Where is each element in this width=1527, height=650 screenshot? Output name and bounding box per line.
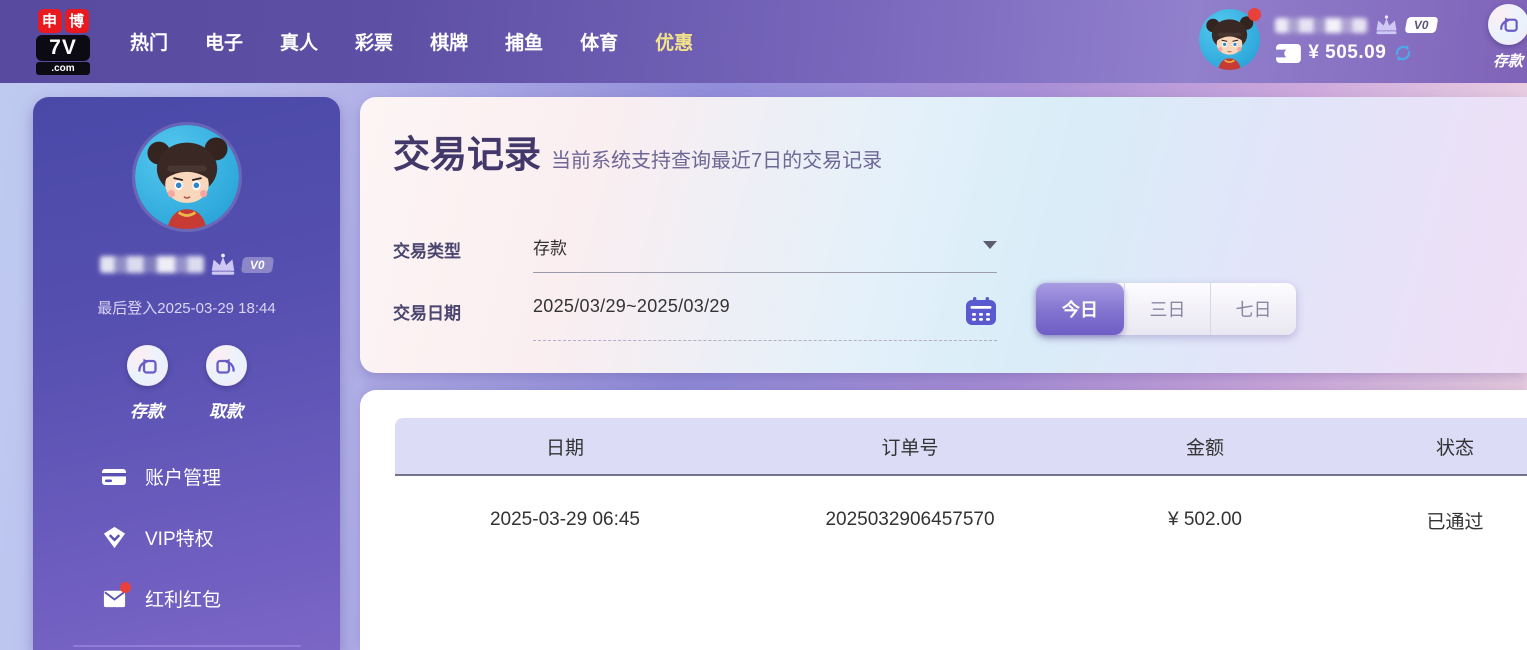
main-nav: 热门 电子 真人 彩票 棋牌 捕鱼 体育 优惠 (130, 28, 693, 55)
brand-block-com: .com (36, 61, 90, 75)
balance-row: ¥ 505.09 (1275, 42, 1437, 64)
bank-card-icon (101, 464, 127, 490)
sidebar-menu: 账户管理 VIP特权 红利红包 (33, 463, 340, 612)
sidebar-deposit-button[interactable]: 存款 (126, 345, 168, 422)
wallet-balance: ¥ 505.09 (1308, 42, 1387, 63)
sidebar-username-blurred (100, 256, 205, 273)
user-avatar-large[interactable] (134, 125, 239, 229)
withdraw-label: 取款 (209, 402, 243, 421)
date-range-button-group: 今日 三日 七日 (1036, 283, 1296, 335)
transaction-type-value: 存款 (533, 239, 567, 258)
page: 申 博 7V .com 热门 电子 真人 彩票 棋牌 捕鱼 体育 优惠 V0 ¥… (0, 0, 1527, 650)
brand-block-shen: 申 (37, 8, 62, 33)
last-login-text: 最后登入2025-03-29 18:44 (97, 300, 276, 317)
quick-deposit-button[interactable]: 存款 (1480, 4, 1527, 71)
deposit-label: 存款 (130, 402, 164, 421)
top-navigation-bar: 申 博 7V .com 热门 电子 真人 彩票 棋牌 捕鱼 体育 优惠 V0 ¥… (0, 0, 1527, 83)
transaction-table-panel: 日期 订单号 金额 状态 2025-03-29 06:45 2025032906… (360, 390, 1527, 650)
nav-item-fishing[interactable]: 捕鱼 (505, 28, 543, 55)
transaction-filter-panel: 交易记录 当前系统支持查询最近7日的交易记录 交易类型 存款 交易日期 2025… (360, 97, 1527, 373)
page-subtitle: 当前系统支持查询最近7日的交易记录 (551, 150, 883, 172)
vip-crown-icon (1376, 15, 1397, 35)
sidebar-item-bonus-redpacket[interactable]: 红利红包 (101, 581, 340, 612)
wallet-icon (1276, 43, 1302, 63)
vip-level-badge: V0 (1404, 17, 1439, 33)
username-blurred (1275, 17, 1368, 33)
username-row: V0 (1275, 15, 1439, 35)
calendar-icon[interactable] (965, 296, 997, 326)
nav-item-live[interactable]: 真人 (280, 28, 318, 55)
transaction-date-label: 交易日期 (393, 304, 461, 323)
menu-label-vip: VIP特权 (145, 529, 214, 550)
transaction-date-input[interactable]: 2025/03/29~2025/03/29 (533, 296, 997, 341)
column-header-date: 日期 (545, 437, 584, 459)
panel-title-row: 交易记录 当前系统支持查询最近7日的交易记录 (360, 97, 1527, 178)
user-avatar-small[interactable] (1199, 8, 1262, 70)
profile-sidebar: V0 最后登入2025-03-29 18:44 存款 取款 账户管理 VIP特权… (33, 97, 340, 650)
brand-logo[interactable]: 申 博 7V .com (36, 8, 90, 75)
nav-item-slots[interactable]: 电子 (205, 28, 243, 55)
sidebar-item-account-management[interactable]: 账户管理 (101, 463, 340, 490)
column-header-order-number: 订单号 (881, 437, 939, 459)
avatar-image-large (134, 125, 239, 229)
row-order-number: 2025032906457570 (825, 509, 995, 530)
row-status: 已通过 (1426, 511, 1484, 533)
row-amount: ¥ 502.00 (1168, 509, 1242, 530)
table-header: 日期 订单号 金额 状态 (395, 418, 1527, 476)
sidebar-divider (72, 645, 301, 647)
nav-item-sports[interactable]: 体育 (580, 28, 618, 55)
user-meta: V0 ¥ 505.09 (1275, 15, 1439, 64)
transaction-type-label: 交易类型 (393, 242, 461, 261)
sidebar-withdraw-button[interactable]: 取款 (205, 345, 247, 422)
table-row: 2025-03-29 06:45 2025032906457570 ¥ 502.… (395, 476, 1527, 564)
notification-dot (1248, 8, 1262, 21)
quick-deposit-icon (1487, 4, 1527, 45)
transaction-type-select[interactable]: 存款 (533, 234, 997, 273)
range-button-today[interactable]: 今日 (1036, 283, 1124, 335)
column-header-amount: 金额 (1185, 437, 1224, 459)
sidebar-item-vip-privileges[interactable]: VIP特权 (101, 524, 340, 551)
row-date: 2025-03-29 06:45 (489, 509, 640, 530)
withdraw-icon (205, 345, 247, 386)
menu-label-redpacket: 红利红包 (145, 590, 222, 611)
range-button-7days[interactable]: 七日 (1210, 283, 1296, 335)
nav-item-lottery[interactable]: 彩票 (355, 28, 393, 55)
brand-block-7v: 7V (36, 34, 90, 61)
sidebar-vip-level-badge: V0 (241, 256, 274, 273)
range-button-3days[interactable]: 三日 (1124, 283, 1210, 335)
menu-label-account: 账户管理 (145, 468, 222, 489)
quick-deposit-label: 存款 (1492, 53, 1523, 70)
redpacket-notification-dot (120, 581, 131, 593)
transaction-date-value: 2025/03/29~2025/03/29 (533, 296, 730, 316)
chevron-down-icon (983, 241, 997, 249)
sidebar-quick-actions: 存款 取款 (33, 345, 340, 422)
nav-item-hot[interactable]: 热门 (130, 28, 168, 55)
vip-gem-icon (101, 525, 127, 551)
sidebar-username-row: V0 (33, 253, 340, 276)
brand-block-bo: 博 (64, 8, 89, 33)
brand-logo-top: 申 博 (37, 8, 89, 33)
sidebar-vip-crown-icon (211, 253, 235, 275)
deposit-icon (126, 345, 168, 386)
column-header-status: 状态 (1435, 437, 1474, 459)
nav-item-promotions[interactable]: 优惠 (655, 28, 693, 55)
page-title: 交易记录 (393, 134, 541, 175)
user-account-box: V0 ¥ 505.09 (1199, 8, 1439, 70)
nav-item-chess[interactable]: 棋牌 (430, 28, 468, 55)
refresh-balance-icon[interactable] (1392, 42, 1414, 64)
envelope-icon (101, 581, 131, 612)
